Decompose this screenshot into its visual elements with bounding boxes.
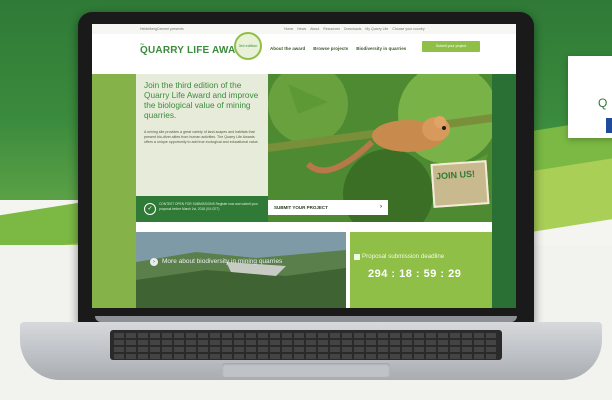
quarry-illustration: [136, 232, 346, 308]
join-us-sign: [430, 160, 490, 208]
laptop-hinge: [95, 316, 517, 322]
utility-nav-news[interactable]: News: [297, 27, 306, 31]
side-card-blue-block: [606, 118, 612, 133]
key-row: [114, 347, 498, 352]
hero-title: Join the third edition of the Quarry Lif…: [144, 80, 259, 120]
section-gap: [136, 222, 492, 232]
company-presents: HeidelbergCement presents: [140, 27, 184, 31]
key-row: [114, 354, 498, 359]
laptop-base: [0, 316, 612, 390]
key-row: [114, 333, 498, 338]
status-text: CONTEST OPEN FOR SUBMISSIONS Register no…: [159, 202, 258, 211]
side-card-letter: Q: [598, 96, 608, 110]
calendar-icon: [354, 254, 360, 260]
utility-nav: Home News About Resources Downloads My Q…: [284, 27, 425, 31]
screen-left-margin: [92, 34, 136, 308]
utility-nav-my-quarry-life[interactable]: My Quarry Life: [365, 27, 388, 31]
countdown-timer: 294 : 18 : 59 : 29: [368, 268, 462, 280]
hero-submit-project-label: SUBMIT YOUR PROJECT: [274, 205, 328, 210]
menu-browse-projects[interactable]: Browse projects: [313, 46, 348, 51]
trackpad: [222, 363, 390, 377]
arrow-right-icon: ›: [380, 204, 382, 210]
menu-about-award[interactable]: About the award: [270, 46, 305, 51]
header-submit-button[interactable]: Submit your project: [422, 41, 480, 52]
more-about-biodiversity-link[interactable]: More about biodiversity in mining quarri…: [162, 258, 282, 265]
deadline-label: Proposal submission deadline: [362, 253, 445, 260]
main-menu: About the award Browse projects Biodiver…: [270, 46, 406, 51]
screen-right-margin: [492, 34, 516, 308]
key-row: [114, 340, 498, 345]
utility-nav-resources[interactable]: Resources: [323, 27, 340, 31]
utility-nav-home[interactable]: Home: [284, 27, 293, 31]
hero-submit-project-button[interactable]: SUBMIT YOUR PROJECT ›: [268, 200, 388, 215]
laptop-screen: HeidelbergCement presents Home News Abou…: [92, 24, 516, 308]
menu-biodiversity[interactable]: Biodiversity in quarries: [356, 46, 406, 51]
utility-nav-country[interactable]: Choose your country: [392, 27, 424, 31]
utility-nav-about[interactable]: About: [310, 27, 319, 31]
quarry-photo[interactable]: [136, 232, 346, 308]
side-card: Q: [568, 56, 612, 138]
utility-nav-downloads[interactable]: Downloads: [344, 27, 361, 31]
arrow-circle-icon: ›: [150, 258, 158, 266]
info-icon: ✓: [144, 203, 156, 215]
edition-badge: 3rd edition: [234, 32, 262, 60]
hero-body: A mining site provides a great variety o…: [144, 130, 259, 145]
